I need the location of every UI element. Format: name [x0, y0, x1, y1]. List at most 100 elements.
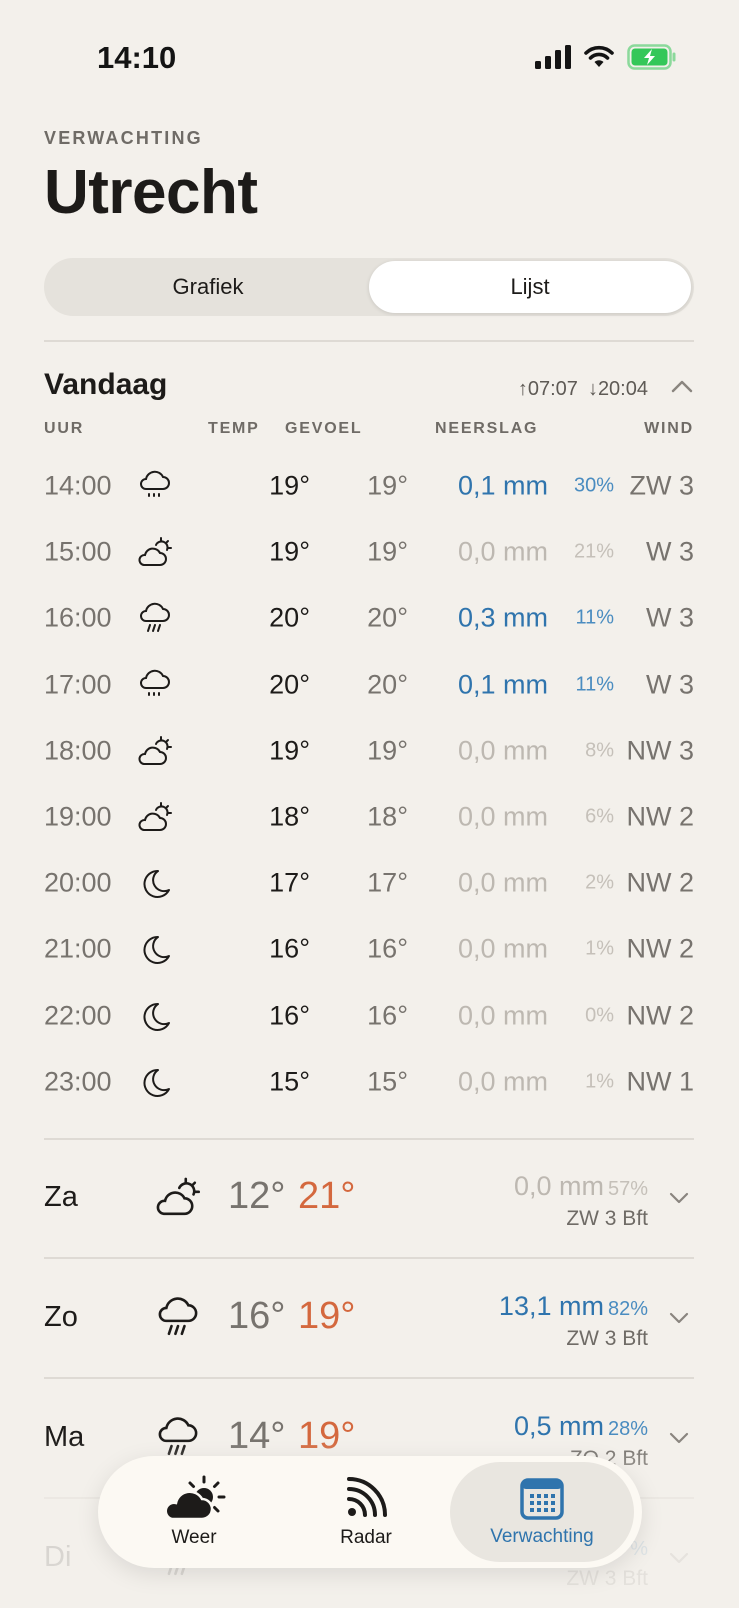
partly-cloudy-icon [156, 1177, 200, 1216]
cloud-rain-icon [140, 603, 170, 633]
hour-temp: 17° [269, 867, 310, 898]
tab-weer[interactable]: Weer [104, 1462, 284, 1562]
day-high-temp: 19° [298, 1295, 356, 1337]
hour-row: 20:00 17° 17° 0,0 mm 2% NW 2 [44, 850, 694, 916]
hour-feels-like: 19° [367, 470, 408, 501]
partly-cloudy-icon [138, 735, 172, 765]
toggle-grafiek[interactable]: Grafiek [47, 261, 369, 313]
hour-row: 22:00 16° 16° 0,0 mm 0% NW 2 [44, 983, 694, 1049]
day-precip-chance: 82% [607, 1298, 648, 1320]
hour-feels-like: 19° [367, 735, 408, 766]
hour-temp: 18° [269, 801, 310, 832]
chevron-up-icon[interactable] [670, 378, 694, 394]
tab-verwachting[interactable]: Verwachting [450, 1462, 634, 1562]
day-high-temp: 21° [298, 1175, 356, 1217]
hour-wind: ZW 3 [629, 470, 695, 501]
day-low-temp: 12° [228, 1175, 286, 1217]
hour-precipitation: 0,1 mm [457, 669, 548, 700]
sunrise-arrow-icon: ↑ [517, 378, 528, 400]
hour-feels-like: 20° [367, 669, 408, 700]
chevron-down-icon[interactable] [668, 1311, 690, 1325]
status-icons [535, 44, 677, 70]
column-headers: UUR TEMP GEVOEL NEERSLAG WIND [44, 420, 694, 440]
calendar-icon [520, 1478, 564, 1520]
hour-precip-chance: 1% [585, 937, 614, 960]
chevron-down-icon[interactable] [668, 1191, 690, 1205]
hour-wind: NW 2 [626, 867, 695, 898]
day-name: Zo [44, 1301, 78, 1333]
hour-time: 21:00 [44, 933, 112, 964]
tab-radar[interactable]: Radar [276, 1462, 456, 1562]
cloud-drizzle-icon [140, 470, 170, 497]
divider [44, 340, 694, 342]
day-precip-amount: 0,0 mm [513, 1171, 604, 1201]
hour-precipitation: 0,0 mm [457, 735, 548, 766]
column-header-neerslag: NEERSLAG [435, 420, 539, 437]
page-eyebrow: VERWACHTING [44, 128, 203, 148]
hour-precipitation: 0,0 mm [457, 1000, 548, 1031]
page-header: VERWACHTING Utrecht [44, 128, 258, 228]
hour-temp: 16° [269, 933, 310, 964]
hour-temp: 15° [269, 1066, 310, 1097]
status-bar: 14:10 [0, 0, 739, 120]
hour-wind: W 3 [645, 536, 694, 567]
day-wind: ZW 3 Bft [566, 1327, 648, 1350]
partly-cloudy-icon [138, 537, 172, 567]
hour-row: 18:00 19° 19° 0,0 mm 8% NW 3 [44, 718, 694, 784]
moon-icon [143, 870, 170, 899]
column-header-gevoel: GEVOEL [285, 420, 363, 437]
day-row[interactable]: Za 12° 21° 0,0 mm 57% ZW 3 Bft [44, 1139, 694, 1257]
sun-times: ↑07:07 ↓20:04 [518, 378, 648, 401]
hour-time: 20:00 [44, 867, 112, 898]
tab-bar: Weer Radar Verwachting [98, 1456, 642, 1568]
cellular-signal-icon [535, 45, 571, 69]
hour-feels-like: 15° [367, 1066, 408, 1097]
hour-precip-chance: 30% [573, 474, 614, 497]
hour-temp: 20° [269, 669, 310, 700]
cloud-drizzle-icon [140, 669, 170, 696]
view-toggle: Grafiek Lijst [44, 258, 694, 316]
hour-precip-chance: 1% [585, 1070, 614, 1093]
hour-time: 16:00 [44, 602, 112, 633]
day-precipitation: 0,5 mm 28% [514, 1411, 648, 1442]
day-row[interactable]: Zo 16° 19° 13,1 mm 82% ZW 3 Bft [44, 1259, 694, 1377]
day-precip-chance: 57% [607, 1178, 648, 1200]
hour-row: 19:00 18° 18° 0,0 mm 6% NW 2 [44, 784, 694, 850]
hour-time: 18:00 [44, 735, 112, 766]
day-name: Za [44, 1181, 78, 1213]
tab-verwachting-label: Verwachting [490, 1526, 594, 1547]
hour-temp: 16° [269, 1000, 310, 1031]
tab-weer-label: Weer [171, 1527, 217, 1548]
hour-precipitation: 0,0 mm [457, 933, 548, 964]
hour-time: 19:00 [44, 801, 112, 832]
hour-feels-like: 20° [367, 602, 408, 633]
moon-icon [143, 936, 170, 965]
hour-precip-chance: 6% [585, 805, 614, 828]
hour-feels-like: 19° [367, 536, 408, 567]
hour-row: 14:00 19° 19° 0,1 mm 30% ZW 3 [44, 453, 694, 519]
sunset-arrow-icon: ↓ [587, 378, 598, 400]
wifi-icon [584, 45, 614, 67]
day-precip-chance: 28% [607, 1418, 648, 1440]
sun-cloud-icon [164, 1475, 226, 1521]
sunset-time: 20:04 [597, 378, 648, 400]
day-low-temp: 16° [228, 1295, 286, 1337]
hour-precipitation: 0,0 mm [457, 801, 548, 832]
hour-wind: NW 2 [626, 1000, 695, 1031]
hour-row: 15:00 19° 19° 0,0 mm 21% W 3 [44, 519, 694, 585]
hour-precip-chance: 11% [575, 673, 614, 696]
hour-precipitation: 0,3 mm [457, 602, 548, 633]
hour-row: 17:00 20° 20° 0,1 mm 11% W 3 [44, 652, 694, 718]
today-section-header[interactable]: Vandaag ↑07:07 ↓20:04 [44, 366, 694, 406]
hour-temp: 19° [269, 536, 310, 567]
hour-feels-like: 18° [367, 801, 408, 832]
day-precip-amount: 0,5 mm [513, 1411, 604, 1441]
cloud-rain-icon [158, 1297, 198, 1336]
hour-precip-chance: 0% [585, 1004, 614, 1027]
day-wind: ZW 3 Bft [566, 1207, 648, 1230]
hour-precipitation: 0,0 mm [457, 536, 548, 567]
toggle-lijst[interactable]: Lijst [369, 261, 691, 313]
tab-radar-label: Radar [340, 1527, 392, 1548]
column-header-wind: WIND [644, 420, 694, 437]
hour-precip-chance: 2% [585, 871, 614, 894]
